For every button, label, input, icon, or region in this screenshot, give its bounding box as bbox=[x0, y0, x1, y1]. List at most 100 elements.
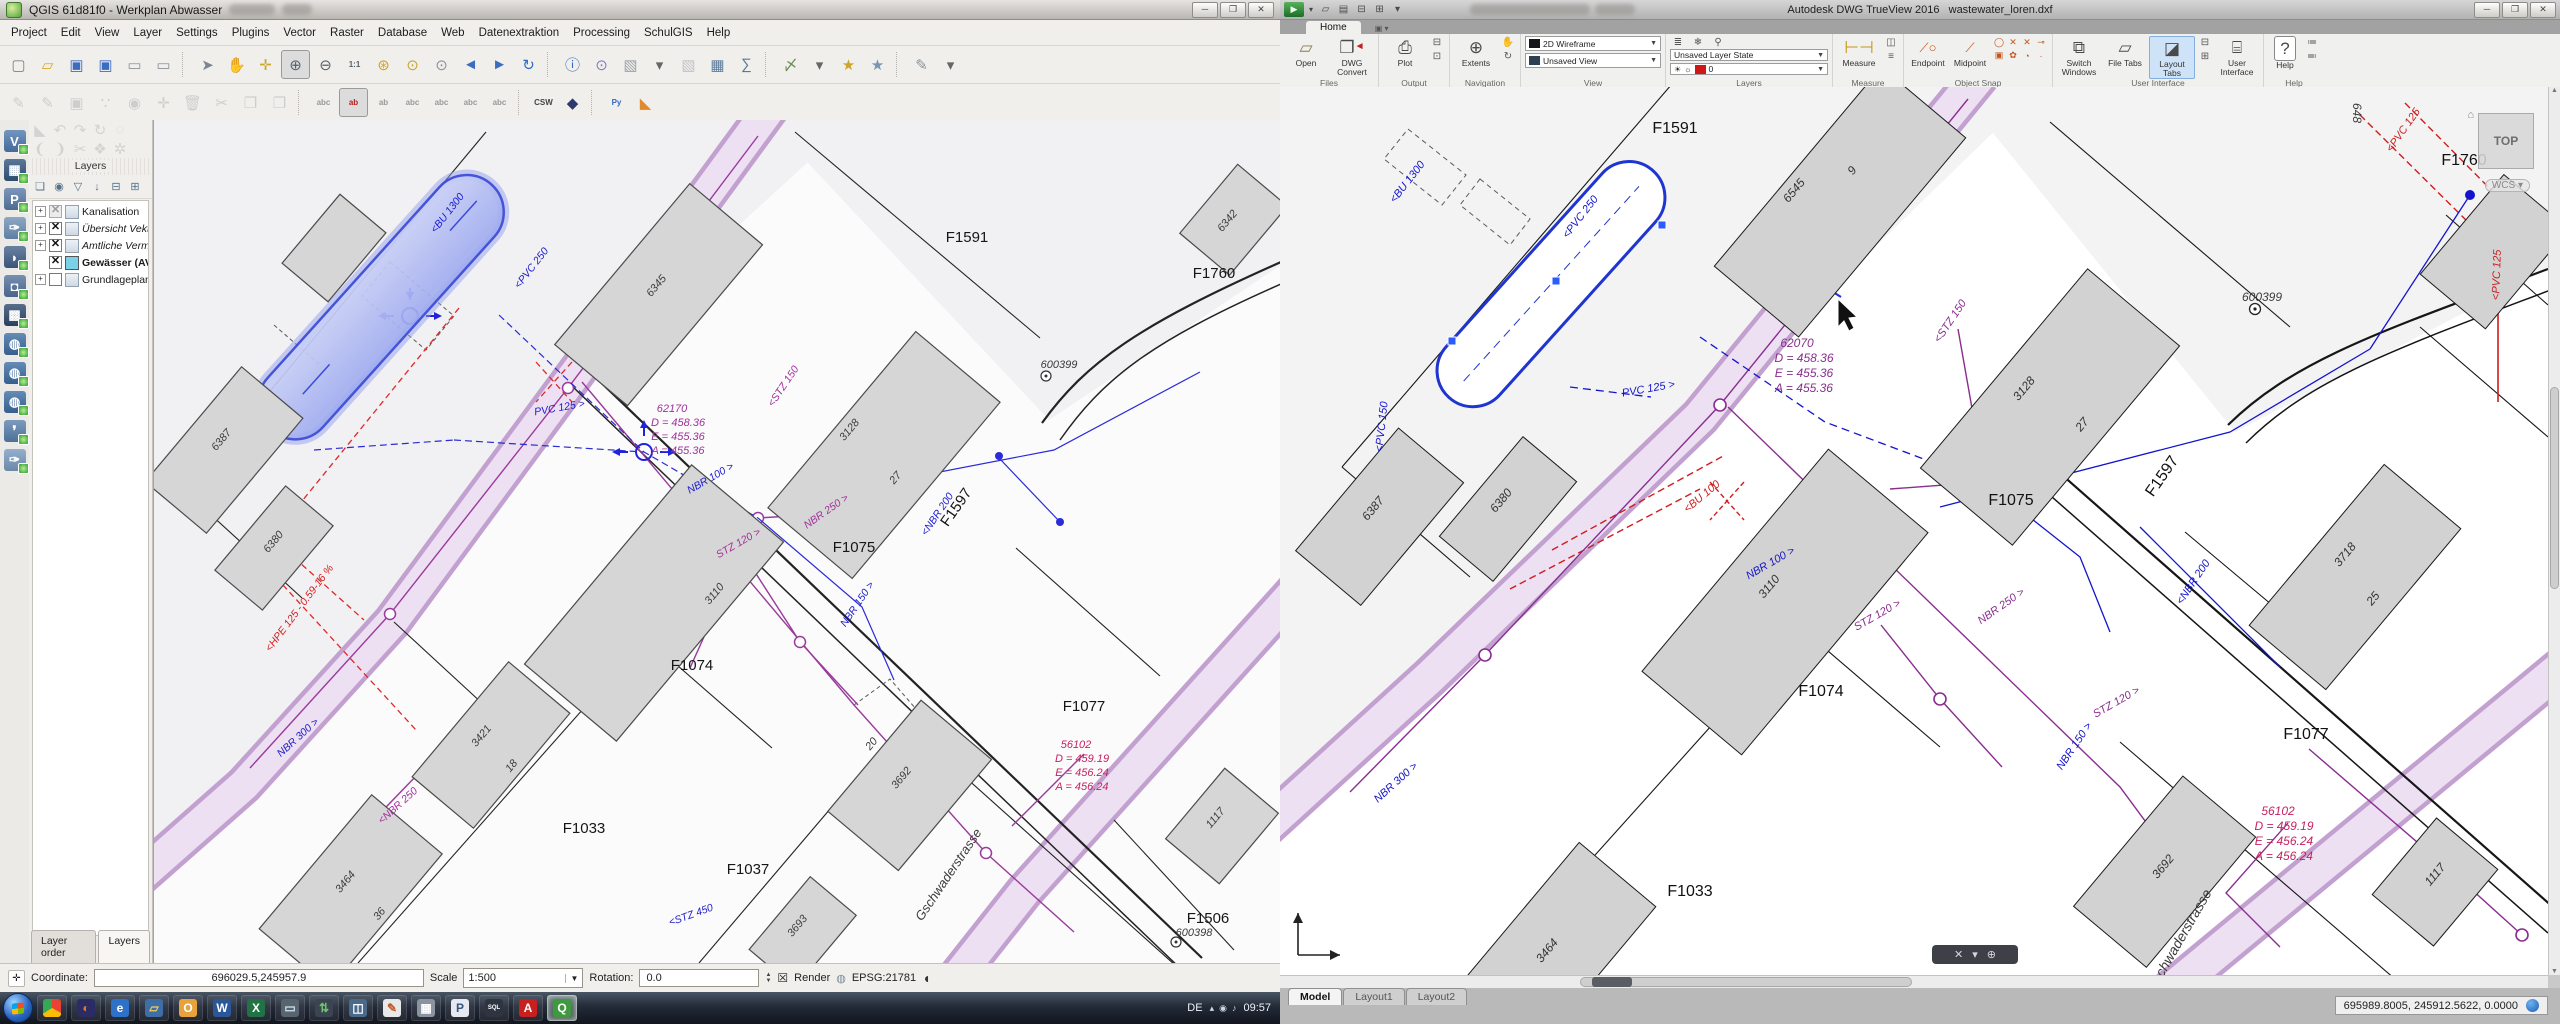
vertical-scrollbar[interactable]: ▲▼ bbox=[2548, 87, 2560, 975]
touch-icon[interactable]: ➤ bbox=[194, 51, 221, 78]
tab-model[interactable]: Model bbox=[1288, 988, 1342, 1005]
measure-distance-icon[interactable]: ◫ bbox=[1883, 36, 1899, 49]
menu-edit[interactable]: Edit bbox=[54, 24, 88, 42]
taskbar-network-share[interactable]: ⇅ bbox=[309, 995, 339, 1021]
layer-freeze-icon[interactable]: ❄ bbox=[1690, 36, 1706, 49]
snap-mode-icon-5[interactable]: ✿ bbox=[2006, 49, 2020, 62]
taskbar-remote-desktop[interactable]: ▭ bbox=[275, 995, 305, 1021]
add-oracle-layer-icon[interactable]: ◘ bbox=[4, 275, 26, 297]
zoom-to-selection-icon[interactable]: ⊙ bbox=[399, 51, 426, 78]
close-button[interactable]: ✕ bbox=[2530, 2, 2556, 18]
pin-unpin-labels-icon[interactable]: abc bbox=[428, 89, 455, 116]
language-indicator[interactable]: DE bbox=[1187, 1002, 1202, 1014]
select-features-icon[interactable]: ▧ bbox=[617, 51, 644, 78]
run-feature-action-icon[interactable]: ⊙ bbox=[588, 51, 615, 78]
taskbar-windows-explorer[interactable]: ▱ bbox=[139, 995, 169, 1021]
qat-open-icon[interactable]: ▱ bbox=[1318, 3, 1333, 16]
layer-checkbox[interactable]: ✕ bbox=[49, 205, 62, 218]
composer-manager-icon[interactable]: ▭ bbox=[150, 51, 177, 78]
minimize-button[interactable]: ─ bbox=[1192, 2, 1218, 18]
snap-mode-icon-4[interactable]: ▣ bbox=[1992, 49, 2006, 62]
toggle-editing-icon[interactable]: ✎ bbox=[34, 89, 61, 116]
open-project-icon[interactable]: ▱ bbox=[34, 51, 61, 78]
show-hide-labels-icon[interactable]: abc bbox=[457, 89, 484, 116]
view-dropdown[interactable]: Unsaved View▼ bbox=[1525, 53, 1661, 68]
taskbar-text-editor[interactable]: ✎ bbox=[377, 995, 407, 1021]
expand-icon[interactable]: + bbox=[35, 240, 46, 251]
vertical-scroll-thumb[interactable] bbox=[2550, 387, 2559, 589]
layer-diagram-options-icon[interactable]: ab bbox=[370, 89, 397, 116]
add-wfs-layer-icon[interactable]: ◍ bbox=[4, 391, 26, 413]
open-button[interactable]: ▱Open bbox=[1284, 36, 1328, 68]
layer-checkbox[interactable]: ✕ bbox=[49, 239, 62, 252]
menu-help[interactable]: Help bbox=[700, 24, 738, 42]
measure-dropdown-icon[interactable]: ▾ bbox=[806, 51, 833, 78]
tab-layout2[interactable]: Layout2 bbox=[1406, 988, 1467, 1005]
layer-checkbox[interactable]: ✕ bbox=[49, 273, 62, 286]
help-topics-icon[interactable]: ≔ bbox=[2304, 36, 2320, 49]
cut-features-icon[interactable]: ✂ bbox=[208, 89, 235, 116]
maximize-button[interactable]: ❐ bbox=[1220, 2, 1246, 18]
close-button[interactable]: ✕ bbox=[1248, 2, 1274, 18]
layer-bulb-icon[interactable]: ⚲ bbox=[1710, 36, 1726, 49]
menu-settings[interactable]: Settings bbox=[169, 24, 225, 42]
layer-item[interactable]: +✕Grundlageplane bbox=[33, 271, 148, 288]
ribbon-collapse-icon[interactable]: ▣ ▾ bbox=[1375, 24, 1389, 34]
expand-all-icon[interactable]: ↓ bbox=[88, 178, 106, 196]
pan-map-icon[interactable]: ✋ bbox=[223, 51, 250, 78]
layer-item[interactable]: +✕Amtliche Vermessung bbox=[33, 237, 148, 254]
menu-plugins[interactable]: Plugins bbox=[225, 24, 277, 42]
help-info-icon[interactable]: ≕ bbox=[2304, 50, 2320, 63]
add-wcs-layer-icon[interactable]: ◍ bbox=[4, 362, 26, 384]
wcs-indicator[interactable]: WCS ▾ bbox=[2485, 179, 2530, 192]
deselect-all-icon[interactable]: ▧ bbox=[675, 51, 702, 78]
rotation-input[interactable]: 0.0 bbox=[639, 969, 759, 987]
tray-icon-1[interactable]: ◉ bbox=[1219, 1003, 1227, 1014]
drawing-aids-icon[interactable] bbox=[2526, 999, 2539, 1012]
trueview-drawing-canvas[interactable]: F1591F1760F1075F1597F1074F1077F103360039… bbox=[1280, 87, 2548, 975]
menu-web[interactable]: Web bbox=[434, 24, 471, 42]
menu-vector[interactable]: Vector bbox=[276, 24, 323, 42]
snap-mode-icon-2[interactable]: ✕ bbox=[2020, 36, 2034, 49]
csw-search-icon[interactable]: CSW bbox=[530, 89, 557, 116]
taskbar-pgadmin[interactable]: P bbox=[445, 995, 475, 1021]
add-spatialite-layer-icon[interactable]: ✑ bbox=[4, 217, 26, 239]
clock[interactable]: 09:57 bbox=[1243, 1002, 1271, 1014]
menu-raster[interactable]: Raster bbox=[323, 24, 371, 42]
batch-plot-icon[interactable]: ⊟ bbox=[1429, 36, 1445, 49]
highlight-labels-icon[interactable]: abc bbox=[399, 89, 426, 116]
add-mssql-layer-icon[interactable]: ◗ bbox=[4, 246, 26, 268]
layer-item[interactable]: +✕Übersicht Vektor25 bbox=[33, 220, 148, 237]
switch-windows-button[interactable]: ⧉Switch Windows bbox=[2057, 36, 2101, 77]
menu-project[interactable]: Project bbox=[4, 24, 54, 42]
move-feature-icon[interactable]: ✛ bbox=[150, 89, 177, 116]
save-project-icon[interactable]: ▣ bbox=[63, 51, 90, 78]
tab-home[interactable]: Home bbox=[1306, 21, 1361, 34]
taskbar-sql-manager[interactable]: SQL bbox=[479, 995, 509, 1021]
merge-features-icon[interactable]: ❖ bbox=[91, 140, 109, 158]
panel-tab-layer-order[interactable]: Layer order bbox=[31, 930, 96, 963]
add-feature-icon[interactable]: ◉ bbox=[121, 89, 148, 116]
add-group-icon[interactable]: ❏ bbox=[31, 178, 49, 196]
user-interface-button[interactable]: ⌸User Interface bbox=[2215, 36, 2259, 77]
restore-button[interactable]: ❐ bbox=[2502, 2, 2528, 18]
snap-mode-icon-7[interactable]: · bbox=[2034, 49, 2048, 62]
zoom-out-icon[interactable]: ⊖ bbox=[312, 51, 339, 78]
offset-curve-icon[interactable]: ❨ bbox=[31, 140, 49, 158]
copy-features-icon[interactable]: ❐ bbox=[237, 89, 264, 116]
measure-icon[interactable]: 〆 bbox=[777, 51, 804, 78]
menu-schulgis[interactable]: SchulGIS bbox=[637, 24, 700, 42]
layer-labeling-options-icon[interactable]: ab bbox=[339, 88, 368, 117]
messages-icon[interactable]: ◖ bbox=[922, 970, 930, 986]
current-edits-icon[interactable]: ✎ bbox=[5, 89, 32, 116]
command-bar-pill[interactable]: ✕ ▾ ⊕ bbox=[1932, 945, 2018, 964]
trueview-logo-icon[interactable]: ▶ bbox=[1284, 2, 1304, 17]
simplify-feature-icon[interactable]: ◌ bbox=[111, 121, 129, 139]
horizontal-scrollbar[interactable] bbox=[1280, 975, 2548, 988]
undo-icon[interactable]: ↶ bbox=[51, 121, 69, 139]
layout-tabs-button[interactable]: ◪Layout Tabs bbox=[2149, 36, 2195, 79]
taskbar-winscp[interactable]: ◫ bbox=[343, 995, 373, 1021]
map-tips-icon[interactable]: ◣ bbox=[31, 121, 49, 139]
new-composer-icon[interactable]: ▭ bbox=[121, 51, 148, 78]
taskbar-excel[interactable]: X bbox=[241, 995, 271, 1021]
